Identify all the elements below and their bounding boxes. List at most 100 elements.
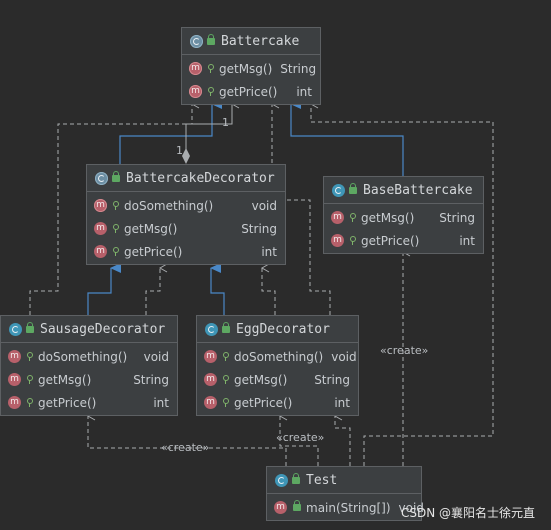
return-type: void <box>251 198 277 213</box>
method-name: getMsg() <box>361 210 415 225</box>
dep-egg-to-decorator <box>260 263 276 315</box>
public-lock-icon <box>26 321 34 333</box>
abstract-method-icon: m <box>189 85 202 98</box>
visibility-icon <box>207 64 214 73</box>
method-row[interactable]: m getMsg() String <box>182 57 320 80</box>
public-lock-icon <box>293 500 301 511</box>
public-lock-icon <box>222 321 230 333</box>
class-name: Battercake <box>221 33 300 49</box>
method-name: getPrice() <box>361 233 420 248</box>
uml-class-diagram: 1 1 «create» «create» «create» Battercak… <box>0 0 551 530</box>
public-lock-icon <box>207 33 215 45</box>
visibility-icon <box>26 398 33 407</box>
visibility-icon <box>26 375 33 384</box>
class-name: EggDecorator <box>236 321 330 337</box>
method-row[interactable]: m getPrice() int <box>1 391 177 414</box>
method-icon: m <box>204 373 217 386</box>
edge-sausage-to-decorator <box>87 263 121 315</box>
class-box-sausage-decorator[interactable]: SausageDecorator m doSomething() void m … <box>0 315 178 416</box>
method-row[interactable]: m getPrice() int <box>87 240 285 263</box>
class-name: SausageDecorator <box>40 321 166 337</box>
class-header[interactable]: Test <box>267 467 421 494</box>
method-name: getMsg() <box>38 372 92 387</box>
method-name: getPrice() <box>38 395 97 410</box>
method-row[interactable]: m doSomething() void <box>87 194 285 217</box>
abstract-method-icon: m <box>94 199 107 212</box>
method-icon: m <box>94 245 107 258</box>
visibility-icon <box>222 352 229 361</box>
return-type: String <box>280 61 317 76</box>
method-icon: m <box>8 396 21 409</box>
method-row[interactable]: m getPrice() int <box>197 391 358 414</box>
method-icon: m <box>94 222 107 235</box>
method-name: getMsg() <box>219 61 273 76</box>
method-name: getMsg() <box>234 372 288 387</box>
class-icon <box>275 473 288 487</box>
method-row[interactable]: m doSomething() void <box>197 345 358 368</box>
watermark: CSDN @襄阳名士徐元直 <box>400 506 535 520</box>
public-lock-icon <box>349 182 357 194</box>
class-box-egg-decorator[interactable]: EggDecorator m doSomething() void m getM… <box>196 315 359 416</box>
class-box-base-battercake[interactable]: BaseBattercake m getMsg() String m getPr… <box>323 176 484 254</box>
visibility-icon <box>207 87 214 96</box>
visibility-icon <box>349 213 356 222</box>
abstract-class-icon <box>190 34 203 48</box>
return-type: String <box>314 372 350 387</box>
method-icon: m <box>8 373 21 386</box>
return-type: String <box>241 221 277 236</box>
method-row[interactable]: m doSomething() void <box>1 345 177 368</box>
method-row[interactable]: m getPrice() int <box>182 80 320 103</box>
return-type: void <box>331 349 357 364</box>
method-icon: m <box>331 234 344 247</box>
class-header[interactable]: BattercakeDecorator <box>87 165 285 192</box>
method-name: getPrice() <box>234 395 293 410</box>
method-name: doSomething() <box>124 198 214 213</box>
class-box-battercake[interactable]: Battercake m getMsg() String m getPrice(… <box>181 27 321 105</box>
return-type: int <box>261 244 277 259</box>
method-icon: m <box>204 350 217 363</box>
create-label-sausage: «create» <box>161 441 210 454</box>
method-name: doSomething() <box>234 349 324 364</box>
edge-egg-to-decorator <box>210 263 225 315</box>
return-type: String <box>439 210 475 225</box>
dep-sausage-to-decorator <box>145 263 168 315</box>
class-icon <box>9 322 22 336</box>
method-row[interactable]: m getMsg() String <box>87 217 285 240</box>
method-icon: m <box>274 501 287 514</box>
class-box-battercake-decorator[interactable]: BattercakeDecorator m doSomething() void… <box>86 164 286 265</box>
class-header[interactable]: BaseBattercake <box>324 177 483 204</box>
class-header[interactable]: SausageDecorator <box>1 316 177 343</box>
visibility-icon <box>222 398 229 407</box>
method-row[interactable]: m getPrice() int <box>324 229 483 252</box>
class-name: Test <box>306 472 338 488</box>
class-icon <box>332 183 345 197</box>
public-lock-icon <box>112 170 120 182</box>
method-name: doSomething() <box>38 349 128 364</box>
method-name: main(String[]) <box>306 500 391 515</box>
visibility-icon <box>112 224 119 233</box>
dep-test-to-egg <box>333 411 351 466</box>
method-row[interactable]: m main(String[]) void <box>267 496 424 519</box>
class-header[interactable]: EggDecorator <box>197 316 358 343</box>
method-row[interactable]: m getMsg() String <box>1 368 177 391</box>
class-header[interactable]: Battercake <box>182 28 320 55</box>
class-name: BattercakeDecorator <box>126 170 275 186</box>
visibility-icon <box>112 201 119 210</box>
visibility-icon <box>112 247 119 256</box>
method-name: getMsg() <box>124 221 178 236</box>
multiplicity-label-bottom: 1 <box>176 144 183 157</box>
class-name: BaseBattercake <box>363 182 473 198</box>
method-icon: m <box>8 350 21 363</box>
return-type: String <box>133 372 169 387</box>
method-row[interactable]: m getMsg() String <box>197 368 358 391</box>
return-type: void <box>143 349 169 364</box>
abstract-method-icon: m <box>189 62 202 75</box>
class-box-test[interactable]: Test m main(String[]) void <box>266 466 424 521</box>
method-name: getPrice() <box>219 84 278 99</box>
create-label-base: «create» <box>380 344 429 357</box>
return-type: int <box>153 395 169 410</box>
method-row[interactable]: m getMsg() String <box>324 206 483 229</box>
return-type: int <box>296 84 312 99</box>
public-lock-icon <box>292 472 300 484</box>
aggregation-diamond <box>182 148 190 164</box>
